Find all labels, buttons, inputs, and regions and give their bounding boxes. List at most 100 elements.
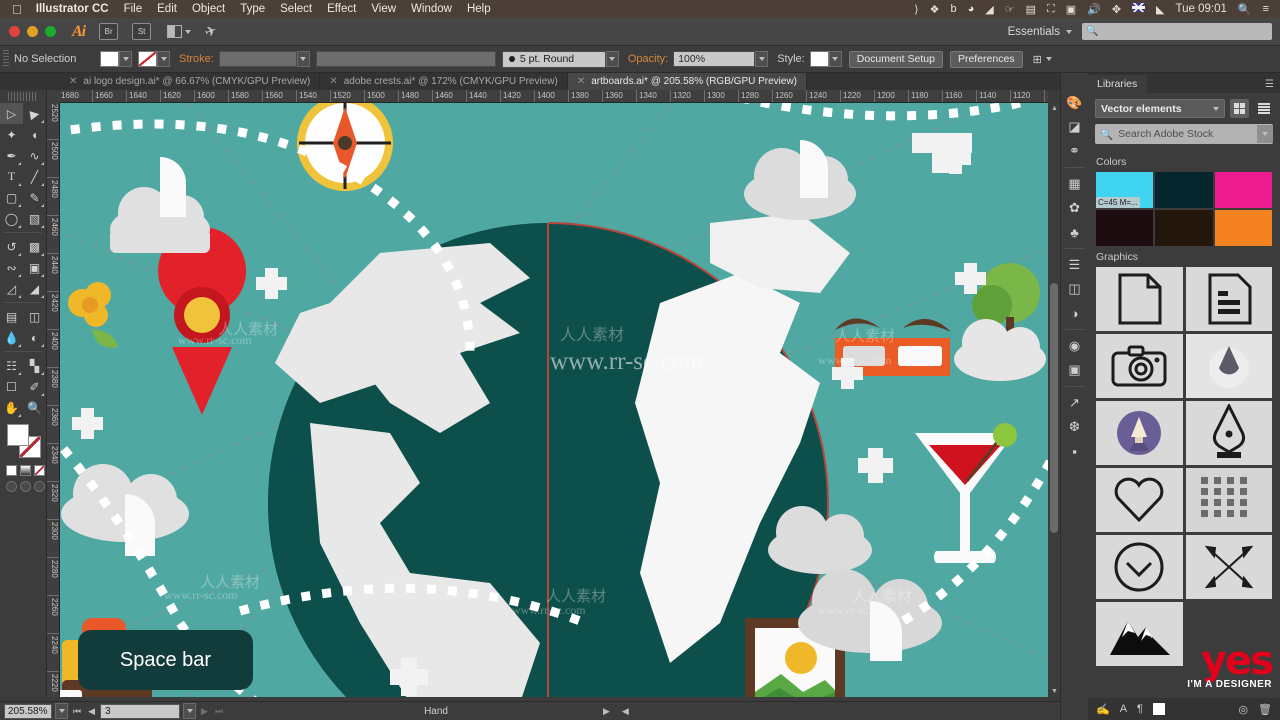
draw-normal-button[interactable] [6, 481, 17, 492]
graphic-pen-tool-circle-icon[interactable] [1096, 401, 1183, 465]
graphic-heart-icon[interactable] [1096, 468, 1183, 532]
graphic-pen-nib-icon[interactable] [1185, 401, 1272, 465]
next-artboard-icon[interactable]: ▶ [199, 706, 210, 717]
library-select[interactable]: Vector elements [1095, 99, 1225, 118]
list-view-icon[interactable] [1254, 99, 1273, 118]
pen-tool[interactable]: ✒ [0, 145, 23, 166]
menu-item-help[interactable]: Help [467, 3, 491, 15]
apple-icon[interactable]:  [12, 3, 22, 16]
scroll-down-arrow-icon[interactable]: ▼ [1051, 688, 1058, 695]
stroke-dropdown-arrow[interactable] [157, 51, 170, 67]
layers-icon[interactable]: ❆ [1064, 415, 1086, 439]
opacity-dropdown[interactable] [755, 51, 769, 67]
menu-item-type[interactable]: Type [240, 3, 265, 15]
brush-definition-select[interactable]: 5 pt. Round [501, 50, 606, 68]
close-icon[interactable]: ✕ [329, 76, 337, 87]
add-color-icon[interactable] [1152, 703, 1165, 715]
screen-record-icon[interactable]: ⛶ [1047, 3, 1055, 16]
close-icon[interactable]: ✕ [577, 76, 585, 87]
stroke-color-swatch[interactable] [138, 51, 157, 67]
dropbox-icon[interactable]: ❖ [930, 3, 940, 16]
graphic-glyph-grid-icon[interactable] [1185, 468, 1272, 532]
battery-icon[interactable]: ▤ [1026, 3, 1036, 16]
artboard-number-input[interactable]: 3 [100, 703, 181, 719]
gradient-button[interactable] [20, 465, 31, 476]
brush-definition-dropdown[interactable] [605, 51, 619, 67]
spotlight-search-icon[interactable]: 🔍 [1238, 3, 1252, 16]
close-icon[interactable]: ✕ [69, 76, 77, 87]
lasso-tool[interactable]: ◖ [23, 124, 46, 145]
canvas-vertical-scrollbar[interactable]: ▲ ▼ [1048, 103, 1060, 697]
document-tab[interactable]: ✕ adobe crests.ai* @ 172% (CMYK/GPU Prev… [320, 73, 568, 90]
direct-selection-tool[interactable]: ▶ [23, 103, 46, 124]
artboard-tool[interactable]: ☐ [0, 376, 23, 397]
bridge-button[interactable]: Br [99, 23, 119, 40]
none-button[interactable] [34, 465, 45, 476]
menu-item-window[interactable]: Window [411, 3, 452, 15]
library-color-swatch[interactable] [1096, 210, 1154, 246]
eyedropper-tool[interactable]: 💧 [0, 327, 23, 348]
curvature-tool[interactable]: ∿ [23, 145, 46, 166]
bartender-icon[interactable]: b [950, 3, 956, 15]
draw-behind-button[interactable] [20, 481, 31, 492]
delete-icon[interactable]: 🗑 [1258, 703, 1272, 716]
menu-item-file[interactable]: File [124, 3, 143, 15]
hand-tool[interactable]: ✋ [0, 397, 23, 418]
last-artboard-icon[interactable]: ⏭ [213, 706, 225, 717]
add-paragraph-icon[interactable]: ¶ [1137, 703, 1143, 715]
stroke-panel-icon[interactable]: ◉ [1064, 334, 1086, 358]
cloud-sync-icon[interactable]: ◕ [968, 3, 975, 15]
preferences-button[interactable]: Preferences [949, 50, 1023, 68]
library-color-swatch[interactable] [1214, 172, 1272, 208]
droplet-icon[interactable]: ◢ [985, 3, 993, 16]
menu-app-name[interactable]: Illustrator CC [36, 3, 109, 15]
gradient-tool[interactable]: ◫ [23, 306, 46, 327]
graphic-chevron-down-circle-icon[interactable] [1096, 535, 1183, 599]
align-panel-icon[interactable]: ☰ [1064, 253, 1086, 277]
artboards-panel-icon[interactable]: ▦ [1064, 172, 1086, 196]
graphic-text-document-icon[interactable] [1185, 267, 1272, 331]
control-bar-grip[interactable] [3, 50, 9, 68]
artboard-dropdown[interactable] [183, 703, 197, 719]
grid-view-icon[interactable] [1230, 99, 1249, 118]
display-icon[interactable]: ▣ [1066, 3, 1076, 16]
fill-indicator-swatch[interactable] [7, 424, 29, 446]
shape-builder-tool[interactable]: ◿ [0, 278, 23, 299]
transform-icon[interactable]: ⊞ [1033, 53, 1042, 66]
transform-dropdown-icon[interactable] [1045, 57, 1052, 61]
swatches-icon[interactable]: ♣ [1064, 220, 1086, 244]
menubar-clock[interactable]: Tue 09:01 [1176, 3, 1227, 15]
perspective-grid-tool[interactable]: ◢ [23, 278, 46, 299]
graphic-document-page-icon[interactable] [1096, 267, 1183, 331]
keyboard-flag-icon[interactable] [1132, 3, 1146, 15]
library-color-swatch[interactable] [1155, 172, 1213, 208]
transparency-icon[interactable]: ◑ [1064, 301, 1086, 325]
chevron-down-icon[interactable] [1066, 29, 1072, 34]
graphic-camera-icon[interactable] [1096, 334, 1183, 398]
draw-inside-button[interactable] [34, 481, 45, 492]
fill-color-swatch[interactable] [100, 51, 119, 67]
libraries-tab[interactable]: Libraries [1088, 75, 1148, 93]
close-window-button[interactable] [9, 26, 20, 37]
notification-center-icon[interactable]: ≡ [1263, 3, 1269, 15]
search-filter-dropdown[interactable] [1257, 125, 1273, 143]
selection-tool[interactable]: ▷ [0, 103, 23, 124]
arrange-documents-icon[interactable] [167, 25, 192, 38]
adobe-stock-search-input[interactable]: 🔍 Search Adobe Stock [1095, 124, 1273, 144]
first-artboard-icon[interactable]: ⏮ [71, 706, 83, 717]
color-button[interactable] [6, 465, 17, 476]
zoom-tool[interactable]: 🔍 [23, 397, 46, 418]
scroll-up-arrow-icon[interactable]: ▲ [1051, 105, 1058, 112]
menu-item-effect[interactable]: Effect [327, 3, 356, 15]
scale-tool[interactable]: ▩ [23, 236, 46, 257]
blob-brush-tool[interactable]: ◯ [0, 208, 23, 229]
slice-tool[interactable]: ✐ [23, 376, 46, 397]
document-tab[interactable]: ✕ ai logo design.ai* @ 66.67% (CMYK/GPU … [60, 73, 321, 90]
wifi-icon[interactable]: ◣ [1156, 3, 1164, 16]
rectangle-tool[interactable]: ▢ [0, 187, 23, 208]
add-graphic-icon[interactable]: ✍ [1096, 703, 1110, 716]
graphic-ink-drop-icon[interactable] [1185, 334, 1272, 398]
status-prev-icon[interactable]: ◀ [620, 706, 631, 717]
paintbrush-tool[interactable]: ✎ [23, 187, 46, 208]
vertical-scroll-thumb[interactable] [1050, 283, 1058, 533]
